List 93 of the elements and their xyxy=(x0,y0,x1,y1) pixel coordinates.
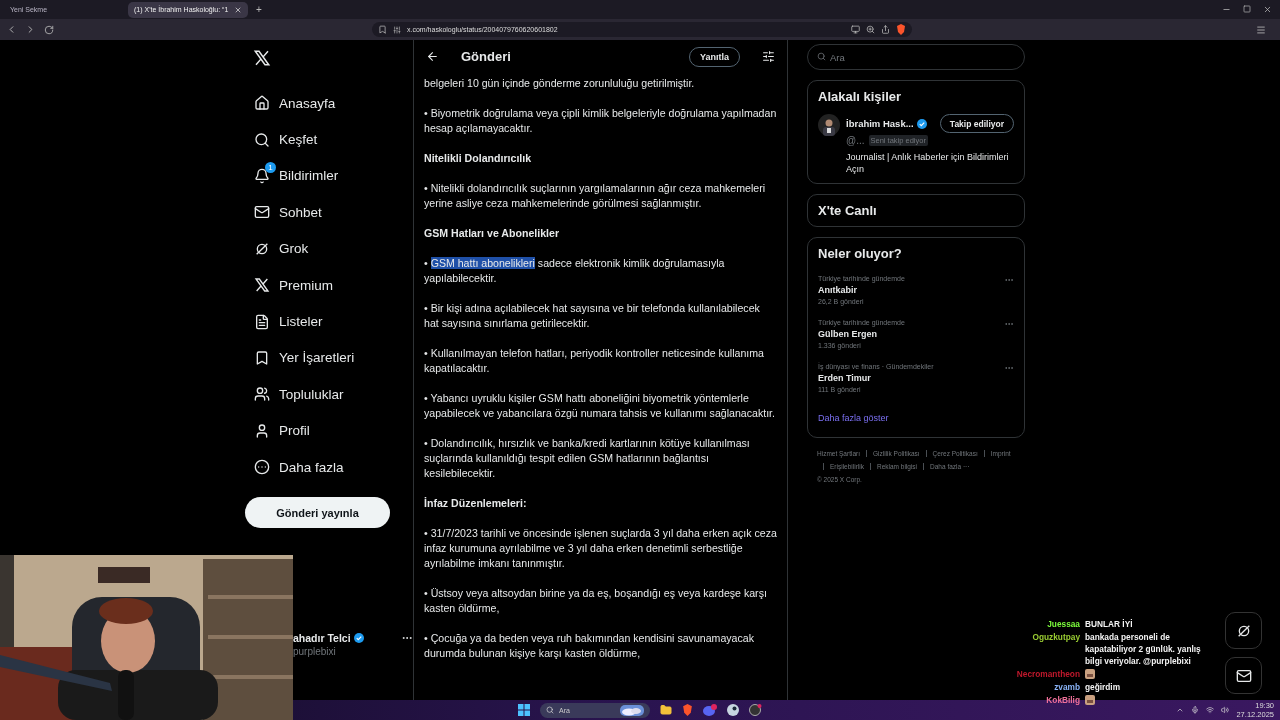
app-icon[interactable] xyxy=(749,704,762,716)
trend-name[interactable]: Erden Timur xyxy=(818,373,1004,383)
caret-icon[interactable] xyxy=(1176,706,1185,714)
trend-name[interactable]: Anıtkabir xyxy=(818,285,1004,295)
list-icon xyxy=(254,313,270,330)
people-icon xyxy=(254,386,270,403)
menu-icon[interactable] xyxy=(1256,24,1266,35)
notification-badge: 1 xyxy=(265,161,276,173)
verified-icon xyxy=(916,118,927,129)
nav-link[interactable]: Premium xyxy=(245,266,333,304)
page-title: Gönderi xyxy=(461,49,512,64)
post-paragraph: • Bir kişi adına açılabilecek hat sayısına ve bir telefonda kullanılabilecek hat sayısına sınırlama getirilecektir. xyxy=(424,301,761,331)
card-title: Neler oluyor? xyxy=(818,246,903,261)
person-icon xyxy=(254,422,270,439)
post-paragraph: • Dolandırıcılık, hırsızlık ve banka/kredi kartlarının kötüye kullanılması suçlarında kullanıldığı tespit edilen GSM hatlarının bağlantısı kesilebilecektir. xyxy=(424,436,751,481)
speaker-icon[interactable] xyxy=(1221,706,1230,714)
steam-icon[interactable] xyxy=(727,704,739,716)
new-tab-button[interactable]: + xyxy=(252,4,266,15)
bookmark-icon xyxy=(254,349,270,366)
chat-username: KokBilig xyxy=(1046,694,1080,706)
chat-username: Juessaa xyxy=(1047,618,1080,630)
chat-message: geğirdim xyxy=(1085,681,1121,693)
nav-link[interactable]: 1 Bildirimler xyxy=(245,157,339,195)
chat-message: BUNLAR İYİ xyxy=(1085,618,1133,630)
folder-icon[interactable] xyxy=(660,704,672,716)
show-more-link[interactable]: Daha fazla göster xyxy=(818,413,1014,423)
nav-link[interactable]: Keşfet xyxy=(245,121,318,158)
nav-link[interactable]: Profil xyxy=(245,412,310,449)
screen-icon[interactable] xyxy=(851,25,860,34)
nav-link[interactable]: Topluluklar xyxy=(245,376,344,413)
account-handle: purplebixi xyxy=(293,646,337,657)
search-icon xyxy=(254,131,270,148)
emote-icon xyxy=(1085,695,1095,705)
messages-button[interactable] xyxy=(1225,657,1262,694)
post-paragraph: • Yabancı uyruklu kişiler GSM hattı aboneliğini biyometrik yöntemlerle yapabilecek ve yabancılara özgü numara tahsis ve kullanımı sağlanacaktır. xyxy=(424,391,776,421)
chat-app-icon[interactable] xyxy=(703,704,717,716)
chat-username: zvamb xyxy=(1054,681,1080,693)
nav-link[interactable]: Sohbet xyxy=(245,194,322,231)
nav-link[interactable]: Grok xyxy=(245,230,309,267)
share-icon[interactable] xyxy=(881,25,890,34)
maximize-icon[interactable] xyxy=(1243,5,1251,13)
back-arrow-icon[interactable] xyxy=(426,50,439,63)
grok-button[interactable] xyxy=(1225,612,1262,649)
close-icon[interactable] xyxy=(234,5,242,14)
emote-icon xyxy=(1085,669,1095,679)
zoom-icon[interactable] xyxy=(866,25,875,34)
nav-link[interactable]: Yer İşaretleri xyxy=(245,339,355,377)
chat-message: bankada personeli de kapatabiliyor 2 günlük. yanlış bilgi veriyolar. @purplebixi xyxy=(1085,631,1202,667)
card-title: X'te Canlı xyxy=(818,203,878,218)
search-icon xyxy=(817,52,826,61)
sliders-icon[interactable] xyxy=(762,50,775,63)
account-name: ahadır Telci xyxy=(293,632,351,644)
post-paragraph: belgeleri 10 gün içinde gönderme zorunluluğu getirilmiştir. xyxy=(424,76,696,91)
post-paragraph: • Çocuğa ya da beden veya ruh bakımından kendisini savunamayacak durumda bulunan kişiye karşı kasten öldürme, xyxy=(424,631,755,661)
search-field[interactable]: Ara xyxy=(807,44,1025,70)
site-settings-icon[interactable] xyxy=(393,25,401,34)
section-heading: Nitelikli Dolandırıcılık xyxy=(424,151,533,166)
trend-name[interactable]: Gülben Ergen xyxy=(818,329,1004,339)
nav-link[interactable]: Daha fazla xyxy=(245,448,344,486)
nav-link[interactable]: Anasayfa xyxy=(245,85,336,122)
microphone-icon[interactable] xyxy=(1191,706,1200,714)
close-icon[interactable] xyxy=(1263,5,1272,14)
windows-icon[interactable] xyxy=(518,704,530,716)
person-bio: Journalist | Anlık Haberler için Bildirimleri Açın xyxy=(846,151,1010,175)
home-icon xyxy=(254,95,270,112)
post-paragraph: • Biyometrik doğrulama veya çipli kimlik belgeleriyle doğrulama yapılmadan hesap açılamayacaktır. xyxy=(424,106,777,136)
person-name[interactable]: İbrahim Hask... xyxy=(846,118,914,129)
post-paragraph: • Üstsoy veya altsoydan birine ya da eş, boşandığı eş veya kardeşe karşı kasten öldürme, xyxy=(424,586,768,616)
verified-icon xyxy=(353,633,364,643)
card-title: Alakalı kişiler xyxy=(818,89,903,104)
person-handle: @... xyxy=(846,135,865,146)
post-paragraph: • Kullanılmayan telefon hatları, periyodik kontroller neticesinde kullanıma kapatılacaktır. xyxy=(424,346,765,376)
envelope-icon xyxy=(1235,667,1252,684)
x-logo-icon[interactable] xyxy=(253,49,271,67)
post-button[interactable]: Gönderi yayınla xyxy=(245,497,390,529)
envelope-icon xyxy=(254,204,270,221)
live-card[interactable]: X'te Canlı xyxy=(807,194,1025,227)
bell-icon xyxy=(254,167,270,184)
chat-username: Oguzkutpay xyxy=(1032,631,1080,644)
post-paragraph: • Nitelikli dolandırıcılık suçlarının yargılamalarının ağır ceza mahkemeleri yerine asliye ceza mahkemelerinde görülmesi sağlanmıştır. xyxy=(424,181,767,211)
chat-username: Necromantheon xyxy=(1016,668,1080,680)
shield-icon[interactable] xyxy=(896,24,906,35)
more-icon xyxy=(254,459,270,476)
section-heading: İnfaz Düzenlemeleri: xyxy=(424,496,528,511)
x-logo-icon xyxy=(254,277,270,294)
network-icon[interactable] xyxy=(1206,706,1215,714)
section-heading: GSM Hatları ve Abonelikler xyxy=(424,226,560,241)
post-paragraph: • 31/7/2023 tarihli ve öncesinde işlenen suçlarda 3 yıl daha erken açık ceza infaz kurumuna ayrılabilme ve 3 yıl daha erken denetimli serbestliğe ayrılabilme imkanı tanınmıştır. xyxy=(424,526,777,571)
post-paragraph: • GSM hattı abonelikleri sadece elektronik kimlik doğrulamasıyla yapılabilecektir. xyxy=(424,256,726,286)
search-icon xyxy=(546,706,554,714)
reload-icon[interactable] xyxy=(44,24,54,35)
nav-link[interactable]: Listeler xyxy=(245,303,323,340)
bookmark-icon[interactable] xyxy=(378,25,387,34)
